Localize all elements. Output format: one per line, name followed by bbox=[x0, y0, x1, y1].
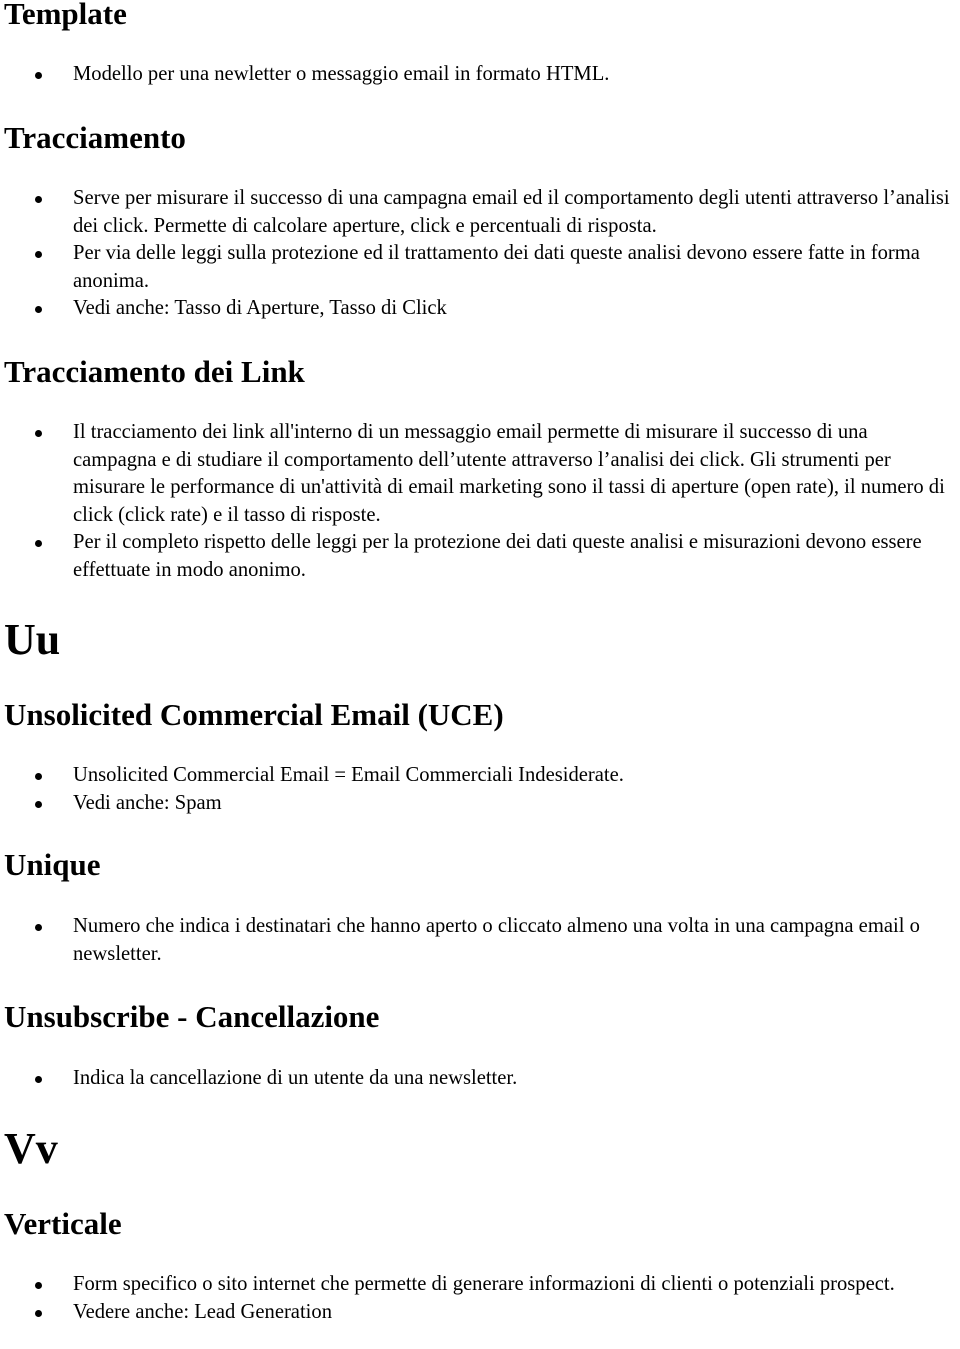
term-list-tracciamento: Serve per misurare il successo di una ca… bbox=[0, 185, 960, 323]
list-item: Per via delle leggi sulla protezione ed … bbox=[0, 240, 960, 295]
list-item: Il tracciamento dei link all'interno di … bbox=[0, 419, 960, 529]
bullet-icon bbox=[35, 773, 42, 780]
letter-heading-v: Vv bbox=[4, 1124, 58, 1173]
list-item: Indica la cancellazione di un utente da … bbox=[0, 1065, 960, 1093]
list-item: Serve per misurare il successo di una ca… bbox=[0, 185, 960, 240]
bullet-icon bbox=[35, 430, 42, 437]
term-heading-unique: Unique bbox=[4, 847, 101, 882]
bullet-icon bbox=[35, 924, 42, 931]
term-heading-tracciamento: Tracciamento bbox=[4, 120, 186, 155]
list-item: Per il completo rispetto delle leggi per… bbox=[0, 529, 960, 584]
term-list-verticale: Form specifico o sito internet che perme… bbox=[0, 1271, 960, 1326]
term-heading-template: Template bbox=[4, 0, 127, 31]
term-heading-verticale: Verticale bbox=[4, 1206, 122, 1241]
bullet-icon bbox=[35, 1309, 42, 1317]
list-item: Form specifico o sito internet che perme… bbox=[0, 1271, 960, 1299]
term-list-unsubscribe: Indica la cancellazione di un utente da … bbox=[0, 1065, 960, 1093]
bullet-icon bbox=[35, 800, 42, 808]
term-list-uce: Unsolicited Commercial Email = Email Com… bbox=[0, 762, 960, 817]
bullet-icon bbox=[35, 1282, 42, 1289]
list-item: Vedi anche: Spam bbox=[0, 790, 960, 818]
bullet-icon bbox=[35, 306, 42, 313]
term-heading-uce: Unsolicited Commercial Email (UCE) bbox=[4, 697, 504, 732]
list-item: Vedere anche: Lead Generation bbox=[0, 1299, 960, 1327]
term-list-tracciamento-dei-link: Il tracciamento dei link all'interno di … bbox=[0, 419, 960, 584]
bullet-icon bbox=[35, 196, 42, 203]
list-item: Vedi anche: Tasso di Aperture, Tasso di … bbox=[0, 295, 960, 323]
term-list-unique: Numero che indica i destinatari che hann… bbox=[0, 913, 960, 968]
letter-heading-u: Uu bbox=[4, 615, 61, 664]
term-heading-tracciamento-dei-link: Tracciamento dei Link bbox=[4, 354, 305, 389]
bullet-icon bbox=[35, 540, 42, 547]
bullet-icon bbox=[35, 1076, 42, 1083]
list-item: Unsolicited Commercial Email = Email Com… bbox=[0, 762, 960, 790]
bullet-icon bbox=[35, 251, 42, 258]
list-item: Numero che indica i destinatari che hann… bbox=[0, 913, 960, 968]
bullet-icon bbox=[35, 72, 42, 79]
term-list-template: Modello per una newletter o messaggio em… bbox=[0, 61, 960, 89]
list-item: Modello per una newletter o messaggio em… bbox=[0, 61, 960, 89]
term-heading-unsubscribe: Unsubscribe - Cancellazione bbox=[4, 999, 380, 1034]
